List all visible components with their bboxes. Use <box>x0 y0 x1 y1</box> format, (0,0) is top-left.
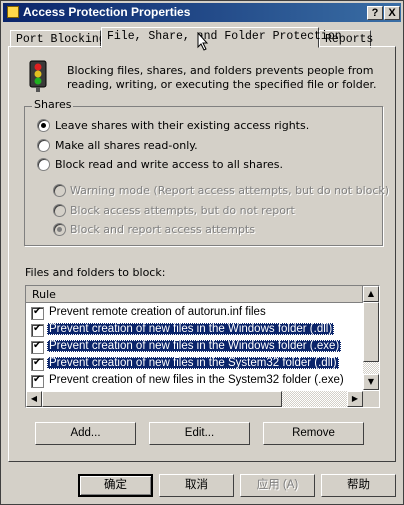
rule-label[interactable]: Prevent creation of new files in the Sys… <box>47 357 339 369</box>
list-item[interactable]: Prevent remote creation of autorun.inf f… <box>26 305 363 322</box>
list-item[interactable]: Prevent creation of new files in the Sys… <box>26 373 363 390</box>
radio-leave-shares-label[interactable]: Leave shares with their existing access … <box>55 119 309 132</box>
radio-block-rw[interactable] <box>37 158 50 171</box>
edit-button[interactable]: Edit... <box>149 422 250 445</box>
rule-checkbox[interactable] <box>31 374 44 388</box>
ok-button[interactable]: 确定 <box>78 474 153 497</box>
radio-warning-mode-label[interactable]: Warning mode (Report access attempts, bu… <box>70 184 389 197</box>
radio-read-only[interactable] <box>37 139 50 152</box>
app-icon <box>7 6 19 18</box>
radio-block-no-report-label[interactable]: Block access attempts, but do not report <box>70 204 295 217</box>
radio-warning-mode[interactable] <box>53 184 66 197</box>
list-item[interactable]: Prevent creation of new files in the Win… <box>26 339 363 356</box>
traffic-light-icon <box>29 60 47 92</box>
scrollbar-corner <box>363 391 379 407</box>
column-header-label: Rule <box>32 288 56 301</box>
add-button[interactable]: Add... <box>35 422 136 445</box>
description-text: Blocking files, shares, and folders prev… <box>67 64 377 91</box>
rule-label[interactable]: Prevent remote creation of autorun.inf f… <box>47 306 268 318</box>
apply-button[interactable]: 应用 (A) <box>240 474 315 497</box>
dialog-window: Access Protection Properties ? X Port Bl… <box>0 0 404 505</box>
vertical-scroll-thumb[interactable] <box>363 302 379 362</box>
radio-block-no-report[interactable] <box>53 204 66 217</box>
scroll-down-arrow-icon[interactable]: ▼ <box>363 374 379 390</box>
window-title: Access Protection Properties <box>23 5 191 19</box>
horizontal-scroll-thumb[interactable] <box>42 391 282 407</box>
cancel-button[interactable]: 取消 <box>159 474 234 497</box>
radio-leave-shares[interactable] <box>37 119 50 132</box>
list-item[interactable]: Prevent creation of new files in the Sys… <box>26 356 363 373</box>
close-button[interactable]: X <box>384 6 400 20</box>
tab-file-share-folder-protection[interactable]: File, Share, and Folder Protection <box>101 27 342 48</box>
rule-checkbox[interactable] <box>31 323 44 337</box>
radio-block-and-report-label[interactable]: Block and report access attempts <box>70 223 255 236</box>
rule-checkbox[interactable] <box>31 357 44 371</box>
list-item[interactable]: Prevent creation of new files in the Win… <box>26 322 363 339</box>
radio-read-only-label[interactable]: Make all shares read-only. <box>55 139 198 152</box>
scroll-left-arrow-icon[interactable]: ◀ <box>26 391 42 407</box>
rule-checkbox[interactable] <box>31 340 44 354</box>
help-button[interactable]: ? <box>367 6 383 20</box>
rule-label[interactable]: Prevent creation of new files in the Win… <box>47 340 342 352</box>
scroll-up-arrow-icon[interactable]: ▲ <box>363 286 379 302</box>
mouse-cursor-icon <box>197 32 209 51</box>
column-header-rule[interactable]: Rule <box>26 286 363 303</box>
files-label: Files and folders to block: <box>25 266 166 279</box>
remove-button[interactable]: Remove <box>263 422 364 445</box>
radio-block-rw-label[interactable]: Block read and write access to all share… <box>55 158 283 171</box>
rule-checkbox[interactable] <box>31 306 44 320</box>
radio-block-and-report[interactable] <box>53 223 66 236</box>
rule-label[interactable]: Prevent creation of new files in the Sys… <box>47 374 346 386</box>
title-bar[interactable]: Access Protection Properties ? X <box>3 3 401 22</box>
scroll-right-arrow-icon[interactable]: ▶ <box>347 391 363 407</box>
rule-label[interactable]: Prevent creation of new files in the Win… <box>47 323 335 335</box>
help-footer-button[interactable]: 帮助 <box>321 474 396 497</box>
shares-group-label: Shares <box>32 98 74 111</box>
